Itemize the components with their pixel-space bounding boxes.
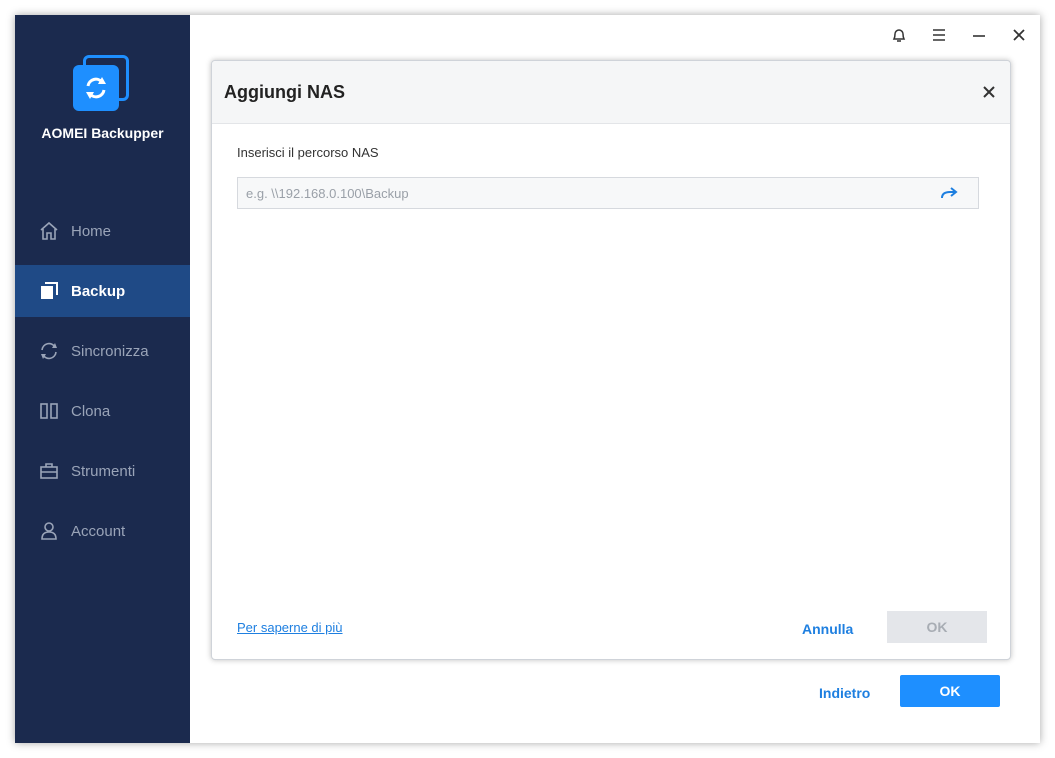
app-logo (73, 55, 131, 113)
dialog-header: Aggiungi NAS (212, 61, 1010, 124)
sidebar-item-home[interactable]: Home (15, 205, 190, 257)
sync-icon (41, 342, 57, 360)
sidebar-nav: Home Backup Sincronizza Clona Strumenti … (15, 205, 190, 565)
dialog-close-button[interactable] (978, 81, 1000, 103)
sidebar-item-label: Backup (71, 282, 126, 300)
menu-icon (933, 29, 945, 41)
close-window-button[interactable] (1007, 23, 1031, 47)
app-name: AOMEI Backupper (41, 125, 164, 141)
bell-icon (892, 29, 906, 42)
minimize-icon (973, 35, 985, 37)
minimize-button[interactable] (967, 23, 991, 47)
sidebar: AOMEI Backupper Home Backup Sincronizza … (15, 15, 190, 743)
back-button[interactable]: Indietro (819, 685, 870, 701)
go-button[interactable] (938, 184, 960, 202)
sidebar-item-sync[interactable]: Sincronizza (15, 325, 190, 377)
ok-button[interactable]: OK (900, 675, 1000, 707)
dialog-ok-button[interactable]: OK (887, 611, 987, 643)
close-icon (983, 86, 995, 98)
home-icon (40, 221, 58, 240)
sidebar-item-label: Strumenti (71, 462, 136, 480)
sidebar-item-label: Clona (71, 402, 111, 420)
nas-path-label: Inserisci il percorso NAS (237, 145, 379, 160)
sidebar-item-label: Home (71, 222, 112, 240)
dialog-title: Aggiungi NAS (224, 82, 345, 102)
backup-icon (41, 282, 58, 299)
sidebar-item-label: Account (71, 522, 126, 540)
nas-path-input[interactable] (238, 178, 928, 208)
sidebar-item-clone[interactable]: Clona (15, 385, 190, 437)
app-window: AOMEI Backupper Home Backup Sincronizza … (15, 15, 1040, 743)
sidebar-item-tools[interactable]: Strumenti (15, 445, 190, 497)
nas-path-field (237, 177, 979, 209)
add-nas-dialog: Aggiungi NAS Inserisci il percorso NAS P… (211, 60, 1011, 660)
sidebar-item-account[interactable]: Account (15, 505, 190, 557)
sync-logo-icon (86, 77, 106, 99)
user-icon (41, 522, 57, 540)
close-icon (1013, 29, 1025, 41)
toolbox-icon (40, 463, 58, 479)
cancel-button[interactable]: Annulla (802, 621, 853, 637)
learn-more-link[interactable]: Per saperne di più (237, 620, 343, 635)
arrow-right-icon (941, 187, 958, 199)
main-area: Aggiungi NAS Inserisci il percorso NAS P… (190, 15, 1040, 743)
menu-button[interactable] (927, 23, 951, 47)
clone-icon (40, 403, 58, 419)
sidebar-item-backup[interactable]: Backup (15, 265, 190, 317)
sidebar-item-label: Sincronizza (71, 342, 149, 360)
notifications-button[interactable] (887, 23, 911, 47)
